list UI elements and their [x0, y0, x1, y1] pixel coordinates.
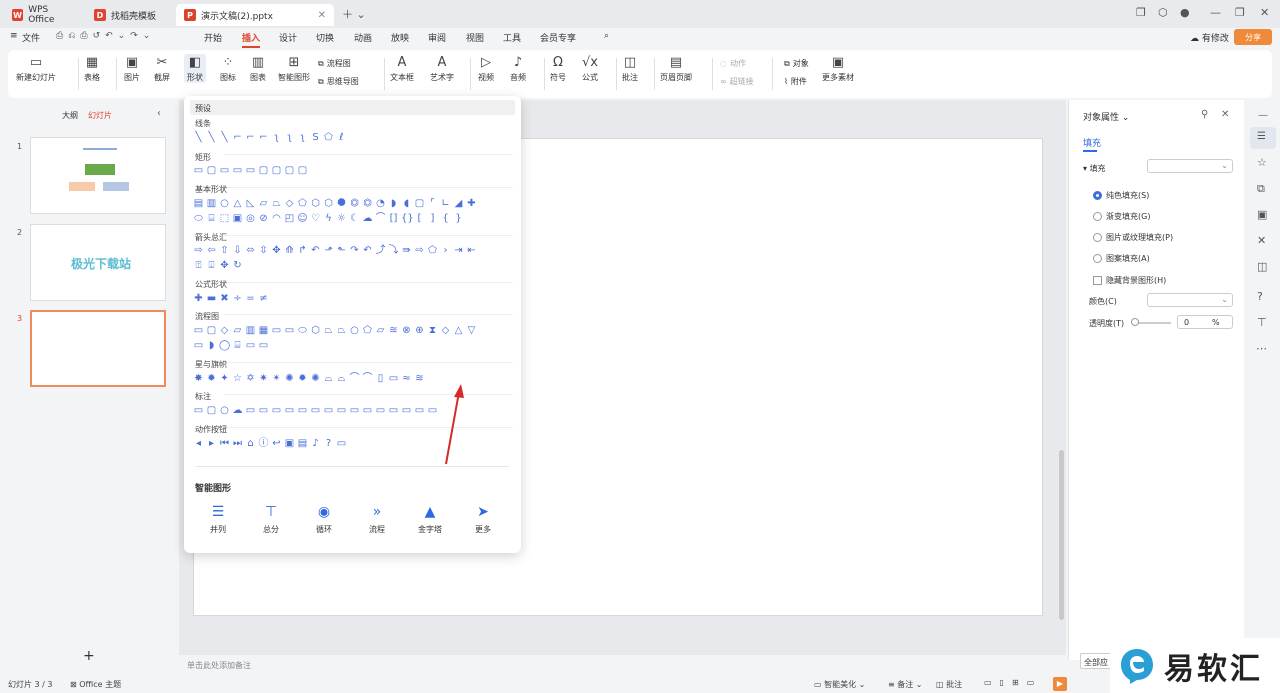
radio-dot: [1093, 212, 1102, 221]
watermark: 易软汇: [1110, 638, 1280, 693]
chevron-down-icon: ⌄: [1221, 161, 1228, 170]
theme-name[interactable]: ⊠ Office 主题: [70, 679, 121, 690]
fill-select[interactable]: ⌄: [1147, 159, 1233, 173]
minimize-pane-icon[interactable]: —: [1258, 110, 1268, 121]
radio-picture-fill[interactable]: 图片或纹理填充(P): [1093, 232, 1173, 243]
play-icon[interactable]: ▶: [1053, 677, 1067, 691]
book-icon[interactable]: ◫: [1257, 260, 1267, 273]
fill-label: ▾ 填充: [1083, 164, 1106, 173]
close-icon[interactable]: ✕: [1221, 109, 1229, 120]
tab-fill[interactable]: 填充: [1083, 136, 1101, 149]
status-bar: 幻灯片 3 / 3 ⊠ Office 主题 ▭ 智能美化 ⌄ ≡ 备注 ⌄ ◫ …: [0, 676, 1280, 693]
settings-sliders-icon: ☰: [1257, 131, 1266, 142]
copy-icon[interactable]: ⧉: [1257, 182, 1265, 196]
notes-area[interactable]: 单击此处添加备注: [179, 656, 1066, 676]
watermark-logo-icon: [1121, 648, 1153, 684]
image-icon[interactable]: ▣: [1257, 208, 1267, 221]
slide-count: 幻灯片 3 / 3: [8, 680, 53, 689]
color-select[interactable]: ⌄: [1147, 293, 1233, 307]
transparency-input[interactable]: 0 %: [1177, 315, 1233, 329]
slider-handle[interactable]: [1131, 318, 1139, 326]
beautify-button[interactable]: ▭ 智能美化 ⌄: [814, 679, 865, 690]
tab-underline: [1083, 150, 1097, 152]
chevron-down-icon: ⌄: [1221, 295, 1228, 304]
transparency-label: 透明度(T): [1089, 319, 1125, 328]
star-icon[interactable]: ☆: [1257, 156, 1267, 169]
radio-gradient-fill[interactable]: 渐变填充(G): [1093, 211, 1150, 222]
pane-title[interactable]: 对象属性 ⌄: [1083, 110, 1129, 123]
comment-status-button[interactable]: ◫ 批注: [936, 679, 962, 690]
tools-icon[interactable]: ✕: [1257, 234, 1266, 247]
shirt-icon[interactable]: ⊤: [1257, 316, 1267, 329]
notes-button[interactable]: ≡ 备注 ⌄: [888, 679, 923, 690]
color-label: 颜色(C): [1089, 297, 1117, 306]
object-properties-pane: 对象属性 ⌄ ⚲ ✕ 填充 ▾ 填充 ⌄ 纯色填充(S) 渐变填充(G) 图片或…: [1068, 100, 1244, 660]
properties-tab-active[interactable]: ☰: [1250, 127, 1276, 149]
radio-solid-fill[interactable]: 纯色填充(S): [1093, 190, 1149, 201]
pin-icon[interactable]: ⚲: [1201, 109, 1208, 120]
watermark-text: 易软汇: [1164, 651, 1263, 687]
checkbox: [1093, 276, 1102, 285]
hide-bg-checkbox[interactable]: 隐藏背景图形(H): [1093, 275, 1166, 286]
radio-dot: [1093, 233, 1102, 242]
radio-dot: [1093, 191, 1102, 200]
side-toolbar: — ☰ ☆ ⧉ ▣ ✕ ◫ ? ⊤ ⋯: [1246, 100, 1280, 660]
help-icon[interactable]: ?: [1257, 290, 1263, 303]
radio-pattern-fill[interactable]: 图案填充(A): [1093, 253, 1150, 264]
more-options-icon[interactable]: ⋯: [1256, 342, 1267, 355]
view-switch-icons[interactable]: ▭▯⊞▭: [984, 678, 1042, 687]
radio-dot: [1093, 254, 1102, 263]
